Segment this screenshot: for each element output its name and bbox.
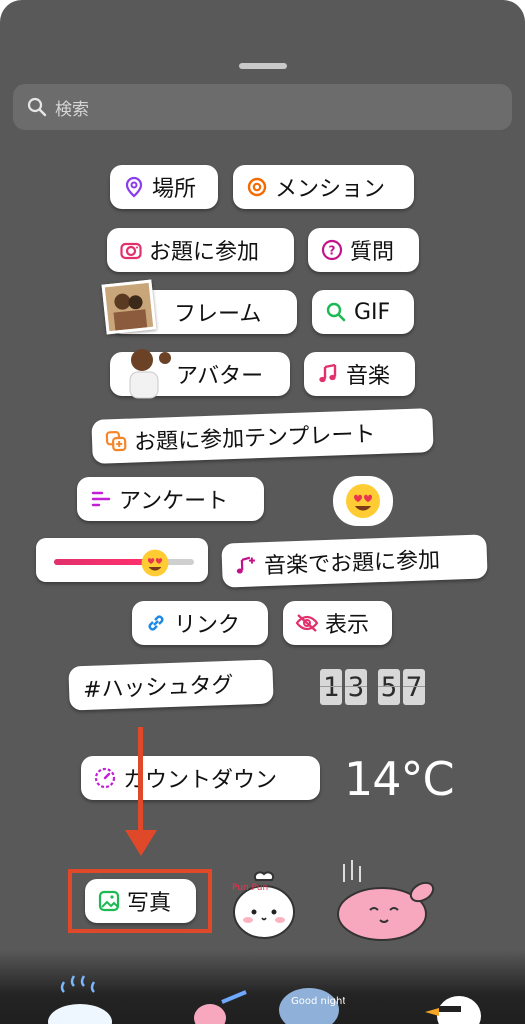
drag-handle[interactable] bbox=[239, 63, 287, 69]
pink-rabbit-icon bbox=[337, 860, 435, 941]
countdown-timer-icon bbox=[93, 766, 117, 790]
svg-text:?: ? bbox=[329, 244, 336, 258]
rabbit-brush-icon bbox=[194, 990, 247, 1024]
slider-fill bbox=[54, 559, 146, 565]
rabbit-brush-sticker[interactable] bbox=[170, 980, 250, 1024]
clock-digit: 7 bbox=[403, 669, 425, 705]
annotation-highlight-box bbox=[68, 869, 212, 933]
avatar-image bbox=[118, 344, 171, 399]
frame-label: フレーム bbox=[174, 302, 262, 327]
location-pin-icon bbox=[122, 175, 146, 199]
camera-icon bbox=[119, 238, 143, 262]
link-label: リンク bbox=[174, 613, 241, 638]
search-icon bbox=[27, 97, 47, 117]
music-note-icon bbox=[316, 362, 340, 386]
clock-digit: 1 bbox=[320, 669, 342, 705]
add-yours-template-label: お題に参加テンプレート bbox=[133, 422, 376, 456]
annotation-arrow-line bbox=[138, 727, 143, 837]
search-icon bbox=[324, 300, 348, 324]
temperature-sticker[interactable]: 14°C bbox=[344, 752, 455, 806]
annotation-arrow-head bbox=[125, 830, 157, 856]
music-add-icon bbox=[234, 552, 259, 577]
search-placeholder: 検索 bbox=[55, 99, 89, 120]
good-night-text: Good night bbox=[291, 996, 345, 1007]
countdown-sticker[interactable]: カウントダウン bbox=[81, 756, 320, 800]
slider-knob[interactable] bbox=[140, 548, 170, 582]
frame-sticker[interactable]: フレーム bbox=[101, 279, 297, 335]
location-label: 場所 bbox=[152, 177, 197, 202]
pun-pun-character-sticker[interactable]: Pun Pun bbox=[218, 862, 310, 942]
clock-digit: 3 bbox=[345, 669, 367, 705]
music-sticker[interactable]: 音楽 bbox=[304, 352, 415, 396]
link-icon bbox=[144, 611, 168, 635]
add-yours-label: お題に参加 bbox=[149, 240, 260, 265]
poll-label: アンケート bbox=[119, 489, 229, 514]
eye-slash-icon bbox=[295, 611, 319, 635]
good-night-bubble-icon: Good night bbox=[279, 988, 346, 1024]
music-label: 音楽 bbox=[346, 364, 391, 389]
gif-label: GIF bbox=[354, 299, 391, 325]
emoji-reaction-sticker[interactable] bbox=[333, 476, 393, 526]
heart-eyes-emoji-icon bbox=[141, 549, 169, 577]
mention-label: メンション bbox=[275, 177, 386, 202]
music-add-yours-sticker[interactable]: 音楽でお題に参加 bbox=[221, 534, 488, 588]
search-bar[interactable]: 検索 bbox=[13, 84, 512, 130]
reveal-sticker[interactable]: 表示 bbox=[283, 601, 392, 645]
clock-sticker[interactable]: 1 3 5 7 bbox=[320, 669, 425, 705]
threads-at-icon bbox=[245, 175, 269, 199]
mention-sticker[interactable]: メンション bbox=[233, 165, 414, 209]
pink-rabbit-sticker[interactable] bbox=[334, 856, 438, 942]
hashtag-sticker[interactable]: #ハッシュタグ bbox=[68, 659, 274, 711]
hashtag-label: #ハッシュタグ bbox=[82, 672, 234, 704]
music-add-yours-label: 音楽でお題に参加 bbox=[263, 548, 441, 580]
sticker-tray-sheet: 検索 場所 メンション お題に参加 ? 質問 フレーム GIF アバター 音楽 … bbox=[0, 0, 525, 1024]
pun-pun-character-icon: Pun Pun bbox=[232, 871, 295, 939]
poll-icon bbox=[89, 487, 113, 511]
pun-pun-text: Pun Pun bbox=[232, 883, 268, 893]
water-drop-icon bbox=[48, 975, 112, 1024]
countdown-label: カウントダウン bbox=[123, 768, 278, 793]
add-template-icon bbox=[104, 429, 129, 454]
link-sticker[interactable]: リンク bbox=[132, 601, 268, 645]
poll-sticker[interactable]: アンケート bbox=[77, 477, 264, 521]
question-icon: ? bbox=[320, 238, 344, 262]
good-night-sticker[interactable]: Good night bbox=[275, 982, 346, 1024]
heart-eyes-emoji-icon bbox=[346, 484, 380, 518]
duck-sticker[interactable] bbox=[415, 982, 495, 1024]
avatar-label: アバター bbox=[176, 364, 264, 389]
avatar-sticker[interactable]: アバター bbox=[110, 349, 290, 399]
location-sticker[interactable]: 場所 bbox=[110, 165, 218, 209]
duck-icon bbox=[425, 996, 481, 1024]
emoji-slider-sticker[interactable] bbox=[36, 538, 208, 582]
reveal-label: 表示 bbox=[325, 613, 370, 638]
frame-photo-thumbnail bbox=[101, 279, 157, 335]
add-yours-sticker[interactable]: お題に参加 bbox=[107, 228, 294, 272]
add-yours-template-sticker[interactable]: お題に参加テンプレート bbox=[91, 408, 434, 464]
questions-label: 質問 bbox=[350, 240, 395, 265]
water-drop-sticker[interactable] bbox=[40, 972, 120, 1024]
clock-digit: 5 bbox=[378, 669, 400, 705]
questions-sticker[interactable]: ? 質問 bbox=[308, 228, 419, 272]
gif-sticker[interactable]: GIF bbox=[312, 290, 414, 334]
